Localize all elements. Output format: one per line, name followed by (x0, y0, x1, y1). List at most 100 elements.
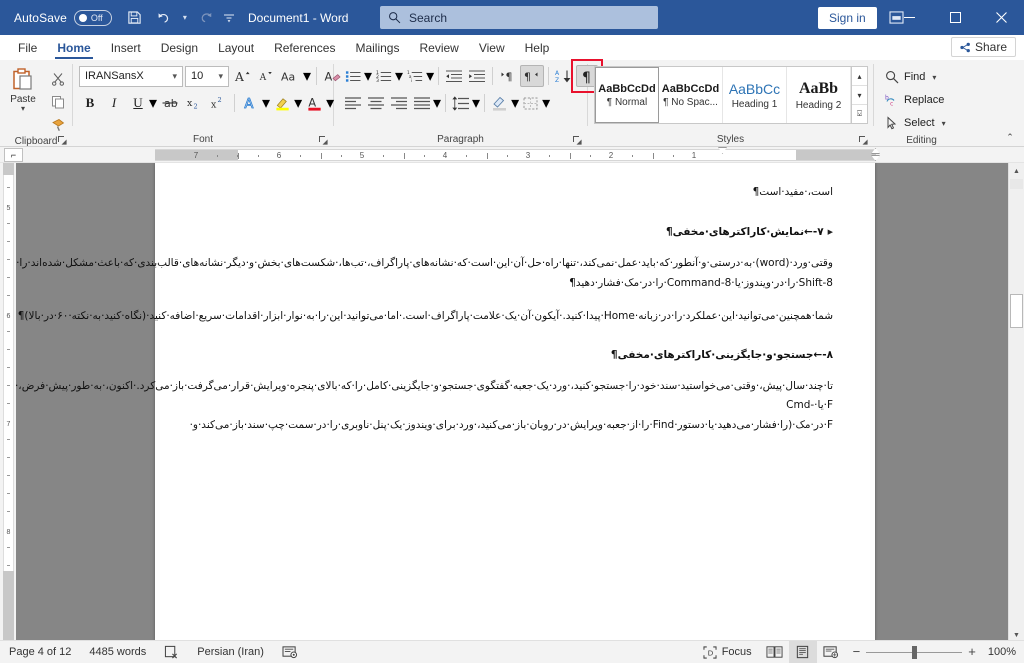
tab-insert[interactable]: Insert (101, 38, 151, 59)
multilevel-chevron-down-icon[interactable]: ▾ (426, 66, 434, 86)
vertical-scrollbar-thumb[interactable] (1010, 294, 1023, 328)
highlight-chevron-down-icon[interactable]: ▾ (294, 93, 302, 113)
numbering-button[interactable]: 123 ▾ (373, 65, 404, 87)
split-window-handle[interactable] (1010, 179, 1023, 189)
sign-in-button[interactable]: Sign in (818, 6, 877, 29)
search-box[interactable]: Search (380, 6, 658, 29)
font-name-chevron-down-icon[interactable]: ▾ (169, 71, 180, 82)
style-heading-1[interactable]: AaBbCc Heading 1 (723, 67, 787, 123)
heading-8[interactable]: ۸-←جستجو·و·جایگزینی·کاراکترهای·مخفی¶ (611, 349, 833, 361)
style-no-spacing[interactable]: AaBbCcDd ¶ No Spac... (659, 67, 723, 123)
scroll-up-arrow-icon[interactable]: ▲ (1009, 163, 1024, 179)
proofing-errors-icon[interactable] (155, 641, 188, 663)
left-tab-stop-icon[interactable]: ⌐ (4, 148, 23, 162)
vertical-scrollbar[interactable]: ▲ ▼ (1008, 163, 1024, 643)
styles-dialog-launcher[interactable] (857, 134, 869, 146)
subscript-button[interactable]: x2 (183, 92, 205, 114)
read-mode-icon[interactable] (761, 641, 789, 663)
tab-layout[interactable]: Layout (208, 38, 264, 59)
scroll-up-icon[interactable]: ▴ (852, 67, 867, 86)
right-to-left-text-direction-icon[interactable]: ¶ (520, 65, 545, 87)
find-button[interactable]: Find ▾ (882, 66, 952, 88)
vertical-ruler[interactable]: 5 6 7 8 (0, 163, 16, 643)
print-layout-icon[interactable] (788, 640, 817, 663)
focus-mode-button[interactable]: D Focus (694, 641, 761, 663)
left-to-right-text-direction-icon[interactable]: ¶ (497, 65, 519, 87)
change-case-button[interactable]: Aa ▾ (279, 65, 311, 87)
word-count-status[interactable]: 4485 words (80, 641, 155, 663)
paste-dropdown-chevron-down-icon[interactable]: ▾ (21, 105, 25, 113)
sort-icon[interactable]: AZ (553, 65, 575, 87)
shrink-font-icon[interactable]: A (255, 65, 277, 87)
clipboard-dialog-launcher[interactable] (56, 134, 68, 146)
web-layout-icon[interactable] (817, 641, 845, 663)
copy-icon[interactable] (46, 91, 70, 113)
body-paragraph-1[interactable]: وقتی·ورد·(word)·به·درستی·و·آنطور·که·باید… (16, 254, 833, 293)
multilevel-list-button[interactable]: 1ai ▾ (404, 65, 435, 87)
save-icon[interactable] (122, 6, 148, 30)
shading-chevron-down-icon[interactable]: ▾ (511, 93, 519, 113)
borders-button[interactable]: ▾ (520, 92, 550, 114)
increase-indent-icon[interactable] (466, 65, 488, 87)
justify-chevron-down-icon[interactable]: ▾ (433, 93, 441, 113)
accessibility-checker-icon[interactable] (273, 641, 307, 663)
zoom-out-button[interactable]: − (853, 645, 861, 658)
horizontal-ruler[interactable]: ⌐ 7 6 5 4 3 2 1 (0, 147, 1024, 163)
font-size-combo[interactable]: 10 ▾ (185, 65, 229, 87)
decrease-indent-icon[interactable] (443, 65, 465, 87)
paragraph-tail[interactable]: است،·مفید·است¶ (197, 183, 833, 202)
strikethrough-icon[interactable]: ab (159, 92, 181, 114)
tab-design[interactable]: Design (151, 38, 208, 59)
redo-icon[interactable] (194, 6, 220, 30)
zoom-slider-thumb[interactable] (912, 645, 918, 659)
collapse-ribbon-chevron-up-icon[interactable]: ⌃ (1002, 130, 1018, 144)
tab-references[interactable]: References (264, 38, 345, 59)
undo-icon[interactable] (150, 6, 176, 30)
body-paragraph-2[interactable]: شما·همچنین·می‌توانید·این·عملکرد·را·در·زب… (18, 307, 833, 326)
change-case-chevron-down-icon[interactable]: ▾ (303, 66, 311, 86)
page-number-status[interactable]: Page 4 of 12 (0, 641, 80, 663)
borders-chevron-down-icon[interactable]: ▾ (542, 93, 550, 113)
bold-button[interactable]: B (79, 92, 101, 114)
replace-button[interactable]: bc Replace (882, 89, 952, 111)
customize-quick-access-toolbar-icon[interactable] (222, 6, 236, 30)
tab-file[interactable]: File (8, 38, 47, 59)
text-highlight-color-button[interactable]: ▾ (272, 92, 302, 114)
grow-font-icon[interactable]: A (231, 65, 253, 87)
font-size-chevron-down-icon[interactable]: ▾ (215, 71, 226, 82)
line-spacing-chevron-down-icon[interactable]: ▾ (472, 93, 480, 113)
font-color-button[interactable]: A ▾ (304, 92, 334, 114)
font-color-chevron-down-icon[interactable]: ▾ (326, 93, 334, 113)
paragraph-dialog-launcher[interactable] (571, 134, 583, 146)
select-button[interactable]: Select ▾ (882, 112, 952, 134)
format-painter-icon[interactable] (46, 114, 70, 136)
autosave-toggle[interactable]: Off (73, 9, 112, 26)
justify-button[interactable]: ▾ (411, 92, 441, 114)
underline-button[interactable]: U ▾ (127, 92, 157, 114)
tab-view[interactable]: View (469, 38, 515, 59)
maximize-icon[interactable] (932, 0, 978, 35)
line-and-paragraph-spacing-button[interactable]: ▾ (450, 92, 480, 114)
tab-review[interactable]: Review (409, 38, 468, 59)
cut-scissors-icon[interactable] (46, 68, 70, 90)
underline-chevron-down-icon[interactable]: ▾ (149, 93, 157, 113)
font-name-combo[interactable]: IRANSansX ▾ (79, 65, 183, 87)
bullets-button[interactable]: ▾ (342, 65, 372, 87)
collapse-heading-triangle-icon[interactable]: ▶ (828, 228, 833, 236)
paste-button[interactable]: Paste ▾ (0, 64, 46, 113)
align-right-icon[interactable] (388, 92, 410, 114)
superscript-button[interactable]: x2 (207, 92, 229, 114)
style-normal[interactable]: AaBbCcDd ¶ Normal (595, 67, 659, 123)
text-effects-button[interactable]: A ▾ (240, 92, 270, 114)
font-dialog-launcher[interactable] (317, 134, 329, 146)
heading-7[interactable]: ۷-←نمایش·کاراکترهای·مخفی¶ (666, 226, 824, 238)
bullets-chevron-down-icon[interactable]: ▾ (364, 66, 372, 86)
minimize-icon[interactable] (886, 0, 932, 35)
tab-home[interactable]: Home (47, 38, 100, 59)
zoom-slider[interactable]: − + (845, 645, 984, 659)
page-content[interactable]: است،·مفید·است¶ ▶ ۷-←نمایش·کاراکترهای·مخف… (16, 163, 875, 435)
body-paragraph-3[interactable]: تا·چند·سال·پیش،·وقتی·می‌خواستید·سند·خود·… (16, 377, 833, 435)
select-chevron-down-icon[interactable]: ▾ (942, 119, 946, 128)
numbering-chevron-down-icon[interactable]: ▾ (395, 66, 403, 86)
shading-button[interactable]: ▾ (489, 92, 519, 114)
